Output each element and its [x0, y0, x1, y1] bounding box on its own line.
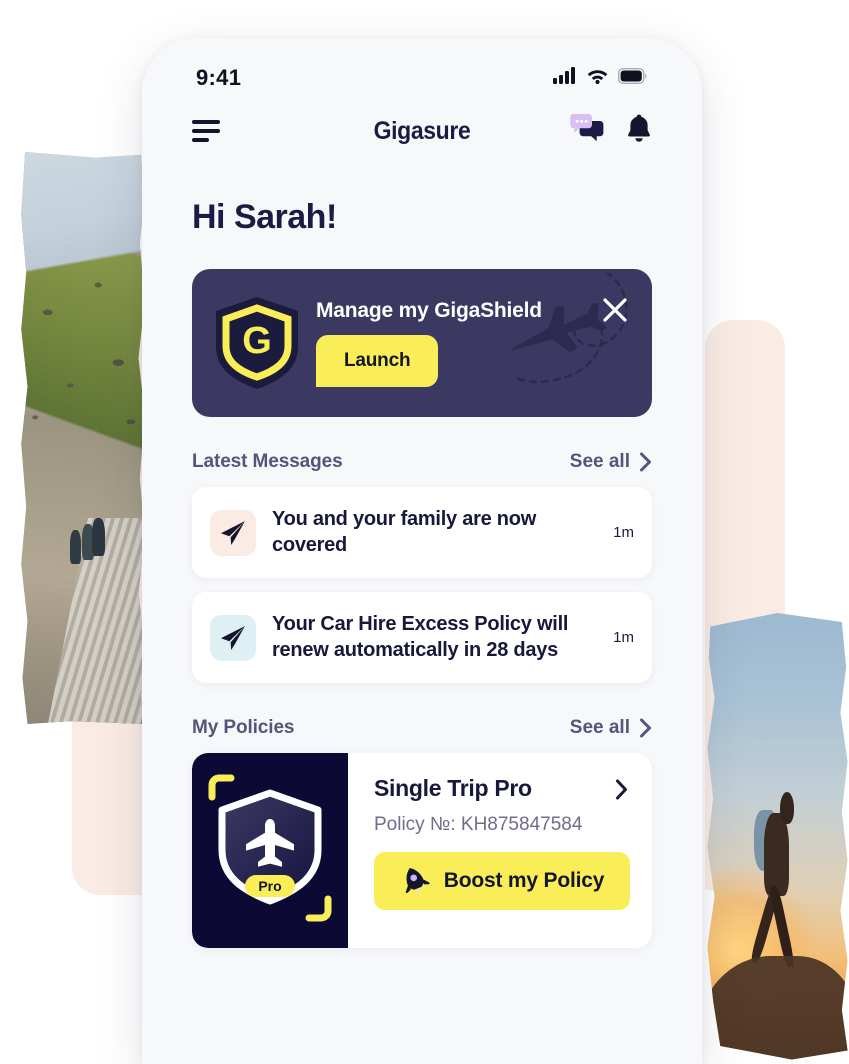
- gigashield-logo-icon: G: [216, 297, 298, 389]
- gigashield-banner[interactable]: G Manage my GigaShield Launch: [192, 269, 652, 417]
- my-policies-header: My Policies See all: [192, 717, 652, 739]
- banner-title: Manage my GigaShield: [316, 299, 542, 322]
- status-time: 9:41: [196, 65, 242, 90]
- latest-messages-header: Latest Messages See all: [192, 451, 652, 473]
- see-all-messages-link[interactable]: See all: [570, 451, 652, 473]
- message-time: 1m: [613, 629, 634, 647]
- corner-bracket-tl: [208, 774, 235, 801]
- policy-name: Single Trip Pro: [374, 775, 532, 802]
- boost-label: Boost my Policy: [443, 869, 605, 893]
- paper-plane-icon: [221, 625, 245, 650]
- status-icons: [553, 67, 648, 89]
- see-all-label: See all: [569, 451, 630, 472]
- decorative-photo-backpacker: [707, 613, 848, 1060]
- message-text: You and your family are now covered: [272, 508, 537, 556]
- phone-mockup: 9:41 Gigasure Hi Sarah! G Manage my Giga…: [142, 38, 702, 1064]
- svg-text:G: G: [242, 320, 272, 362]
- chevron-right-icon: [640, 452, 651, 472]
- chat-bubbles-icon[interactable]: [570, 113, 604, 149]
- boost-my-policy-button[interactable]: Boost my Policy: [374, 852, 630, 911]
- chevron-right-icon[interactable]: [615, 779, 628, 800]
- battery-full-icon: [617, 67, 648, 89]
- rocket-icon: [405, 868, 430, 895]
- section-title-policies: My Policies: [192, 717, 295, 739]
- close-icon[interactable]: [602, 297, 628, 323]
- see-all-policies-link[interactable]: See all: [570, 717, 652, 739]
- main-content: Hi Sarah! G Manage my GigaShield Launch …: [142, 198, 702, 949]
- message-icon-wrapper: [210, 509, 256, 556]
- chevron-right-icon: [640, 718, 651, 738]
- message-text: Your Car Hire Excess Policy will renew a…: [272, 613, 569, 661]
- section-title-messages: Latest Messages: [192, 451, 343, 472]
- message-icon-wrapper: [210, 614, 256, 661]
- pro-badge-label: Pro: [258, 878, 281, 894]
- policy-card[interactable]: Pro Single Trip Pro Policy №: KH87584758…: [192, 753, 652, 949]
- corner-bracket-br: [305, 895, 332, 922]
- policy-info: Single Trip Pro Policy №: KH875847584 Bo…: [348, 753, 652, 948]
- shield-airplane-icon: Pro: [208, 774, 332, 922]
- message-list-item[interactable]: You and your family are now covered 1m: [192, 487, 652, 579]
- policy-thumbnail: Pro: [192, 753, 348, 949]
- policy-number: Policy №: KH875847584: [374, 814, 583, 836]
- header-actions: [570, 113, 652, 149]
- bell-icon[interactable]: [626, 114, 652, 148]
- see-all-label: See all: [569, 717, 630, 739]
- banner-body: Manage my GigaShield Launch: [316, 299, 542, 387]
- launch-button[interactable]: Launch: [316, 335, 439, 387]
- paper-plane-icon: [221, 520, 245, 545]
- wifi-icon: [586, 67, 609, 89]
- message-list-item[interactable]: Your Car Hire Excess Policy will renew a…: [192, 592, 652, 684]
- decorative-photo-hikers: [21, 152, 145, 724]
- page-title: Hi Sarah!: [192, 198, 337, 236]
- message-time: 1m: [613, 524, 634, 542]
- page-stage: 9:41 Gigasure Hi Sarah! G Manage my Giga…: [0, 0, 849, 1064]
- cellular-signal-icon: [553, 67, 577, 89]
- app-header: Gigasure: [142, 100, 702, 162]
- status-bar: 9:41: [142, 38, 702, 100]
